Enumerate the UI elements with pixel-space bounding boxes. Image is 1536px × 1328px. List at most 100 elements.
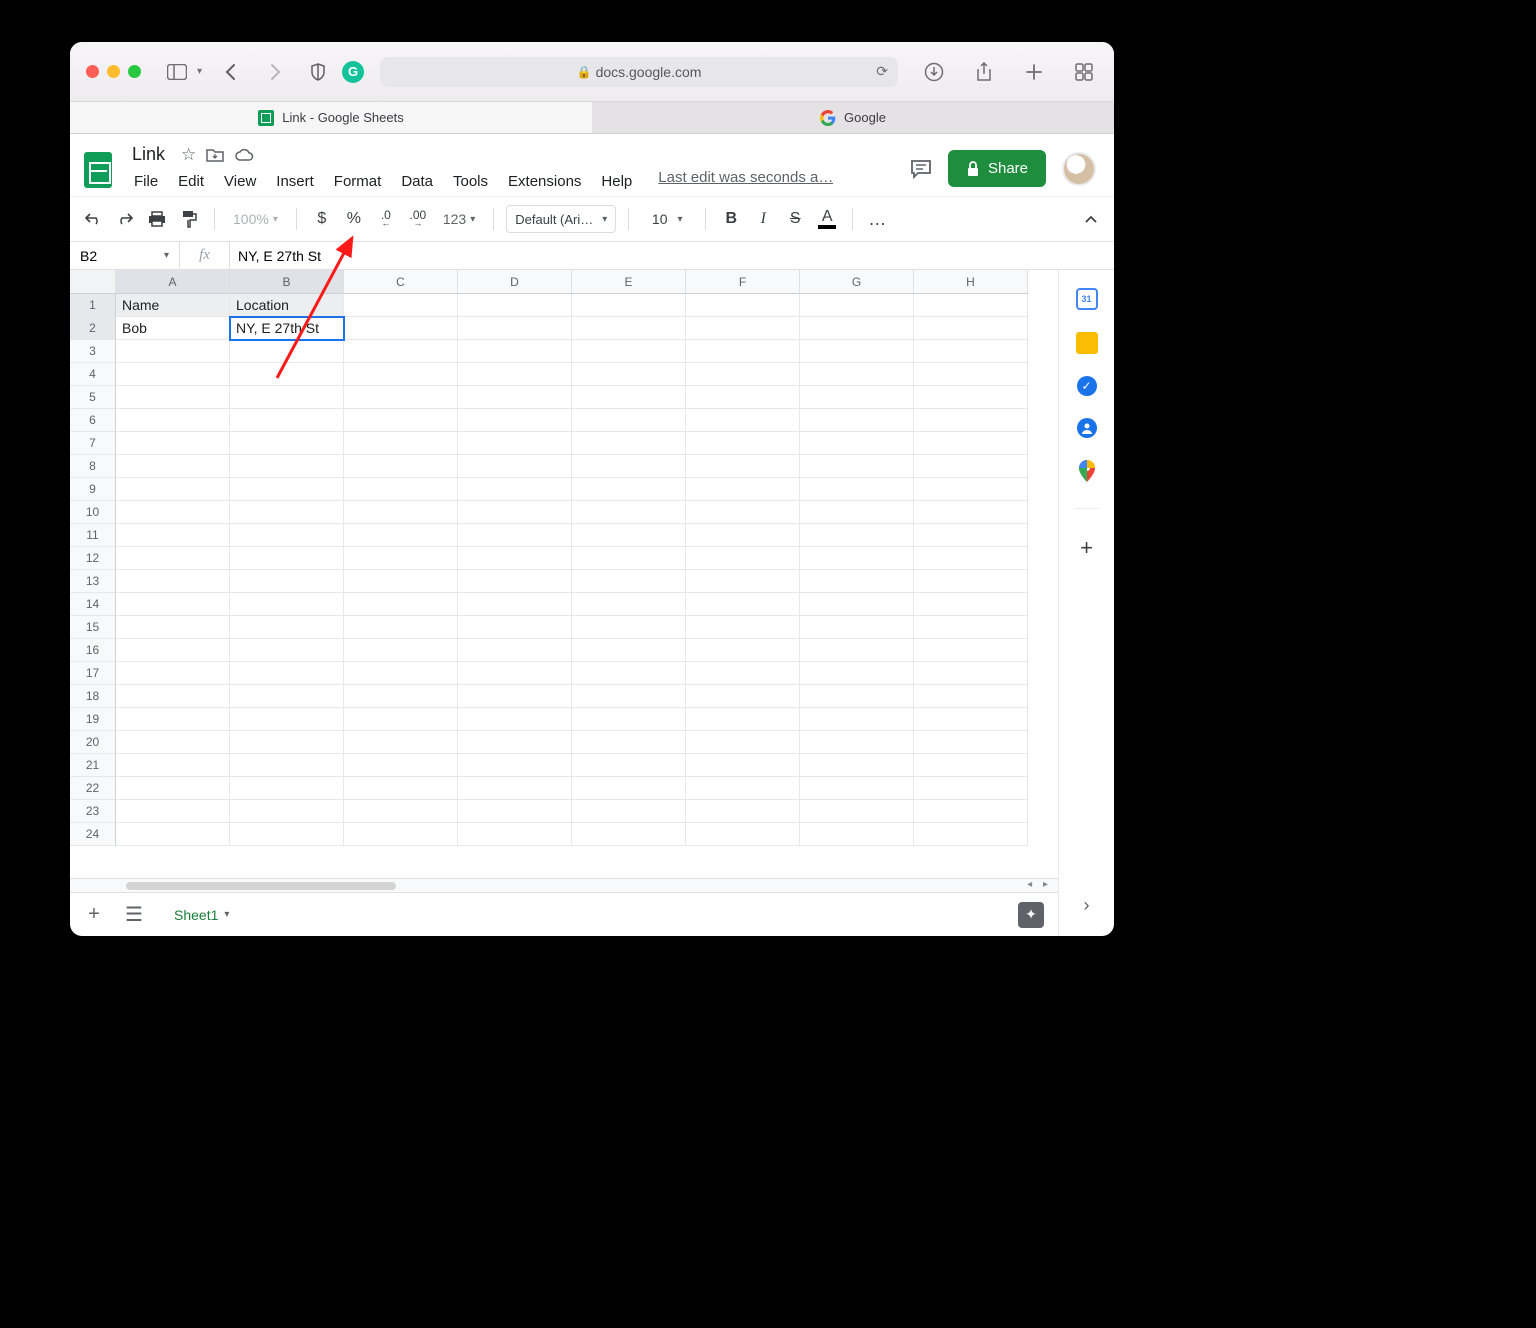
row-header-21[interactable]: 21 (70, 754, 116, 777)
cell-F7[interactable] (686, 432, 800, 455)
cell-C4[interactable] (344, 363, 458, 386)
cell-D11[interactable] (458, 524, 572, 547)
cell-A2[interactable]: Bob (116, 317, 230, 340)
text-color-button[interactable]: A (814, 203, 840, 235)
cell-C17[interactable] (344, 662, 458, 685)
cell-C9[interactable] (344, 478, 458, 501)
cell-D9[interactable] (458, 478, 572, 501)
cell-A6[interactable] (116, 409, 230, 432)
cell-E7[interactable] (572, 432, 686, 455)
cell-G16[interactable] (800, 639, 914, 662)
italic-button[interactable]: I (750, 203, 776, 235)
name-box[interactable]: B2 ▾ (70, 242, 180, 269)
cell-G15[interactable] (800, 616, 914, 639)
cell-B7[interactable] (230, 432, 344, 455)
cell-E9[interactable] (572, 478, 686, 501)
cell-B14[interactable] (230, 593, 344, 616)
sheet-tab-1[interactable]: Sheet1 ▾ (160, 897, 243, 933)
increase-decimal-button[interactable]: .00→ (405, 203, 431, 235)
row-header-24[interactable]: 24 (70, 823, 116, 846)
cell-D24[interactable] (458, 823, 572, 846)
row-header-23[interactable]: 23 (70, 800, 116, 823)
cell-C12[interactable] (344, 547, 458, 570)
toolbar-more-button[interactable]: … (865, 203, 891, 235)
row-header-2[interactable]: 2 (70, 317, 116, 340)
cell-B15[interactable] (230, 616, 344, 639)
collapse-toolbar-icon[interactable] (1078, 203, 1104, 235)
cell-F18[interactable] (686, 685, 800, 708)
currency-format-button[interactable]: $ (309, 203, 335, 235)
cell-B5[interactable] (230, 386, 344, 409)
cell-A4[interactable] (116, 363, 230, 386)
cell-F13[interactable] (686, 570, 800, 593)
cell-A9[interactable] (116, 478, 230, 501)
cell-D13[interactable] (458, 570, 572, 593)
row-header-12[interactable]: 12 (70, 547, 116, 570)
cell-C3[interactable] (344, 340, 458, 363)
get-addons-button[interactable]: + (1080, 535, 1093, 561)
tasks-sidepanel-icon[interactable] (1077, 376, 1097, 396)
keep-sidepanel-icon[interactable] (1076, 332, 1098, 354)
cell-D19[interactable] (458, 708, 572, 731)
col-header-F[interactable]: F (686, 270, 800, 294)
cell-G4[interactable] (800, 363, 914, 386)
cell-A1[interactable]: Name (116, 294, 230, 317)
cell-C8[interactable] (344, 455, 458, 478)
cell-A5[interactable] (116, 386, 230, 409)
cell-B1[interactable]: Location (230, 294, 344, 317)
new-tab-icon[interactable] (1020, 58, 1048, 86)
cell-H20[interactable] (914, 731, 1028, 754)
cell-B4[interactable] (230, 363, 344, 386)
row-header-7[interactable]: 7 (70, 432, 116, 455)
cell-E13[interactable] (572, 570, 686, 593)
cell-G5[interactable] (800, 386, 914, 409)
cell-B3[interactable] (230, 340, 344, 363)
contacts-sidepanel-icon[interactable] (1077, 418, 1097, 438)
cell-G18[interactable] (800, 685, 914, 708)
menu-tools[interactable]: Tools (445, 169, 496, 194)
formula-input[interactable]: NY, E 27th St (230, 242, 1114, 269)
cell-E1[interactable] (572, 294, 686, 317)
cell-H2[interactable] (914, 317, 1028, 340)
back-button[interactable] (216, 58, 244, 86)
row-header-5[interactable]: 5 (70, 386, 116, 409)
cell-D17[interactable] (458, 662, 572, 685)
cell-H4[interactable] (914, 363, 1028, 386)
cell-E10[interactable] (572, 501, 686, 524)
cell-D20[interactable] (458, 731, 572, 754)
cell-F8[interactable] (686, 455, 800, 478)
cell-H12[interactable] (914, 547, 1028, 570)
cell-B24[interactable] (230, 823, 344, 846)
cell-A16[interactable] (116, 639, 230, 662)
cell-C23[interactable] (344, 800, 458, 823)
cell-E12[interactable] (572, 547, 686, 570)
cell-C7[interactable] (344, 432, 458, 455)
cell-B12[interactable] (230, 547, 344, 570)
cell-G2[interactable] (800, 317, 914, 340)
cell-E8[interactable] (572, 455, 686, 478)
cell-A17[interactable] (116, 662, 230, 685)
cell-H16[interactable] (914, 639, 1028, 662)
cell-H11[interactable] (914, 524, 1028, 547)
browser-tab-sheets[interactable]: Link - Google Sheets (70, 102, 592, 133)
cell-E11[interactable] (572, 524, 686, 547)
cell-F3[interactable] (686, 340, 800, 363)
cell-F24[interactable] (686, 823, 800, 846)
cell-B23[interactable] (230, 800, 344, 823)
calendar-sidepanel-icon[interactable] (1076, 288, 1098, 310)
cell-D22[interactable] (458, 777, 572, 800)
select-all-cell[interactable] (70, 270, 116, 294)
cell-E22[interactable] (572, 777, 686, 800)
row-header-22[interactable]: 22 (70, 777, 116, 800)
cell-C15[interactable] (344, 616, 458, 639)
menu-insert[interactable]: Insert (268, 169, 322, 194)
cell-H7[interactable] (914, 432, 1028, 455)
reload-icon[interactable]: ⟳ (876, 63, 888, 80)
doc-title[interactable]: Link (126, 142, 171, 167)
cell-F20[interactable] (686, 731, 800, 754)
row-header-4[interactable]: 4 (70, 363, 116, 386)
cell-D2[interactable] (458, 317, 572, 340)
sheets-logo-icon[interactable] (78, 144, 118, 196)
grammarly-extension-icon[interactable]: G (342, 61, 364, 83)
row-header-9[interactable]: 9 (70, 478, 116, 501)
